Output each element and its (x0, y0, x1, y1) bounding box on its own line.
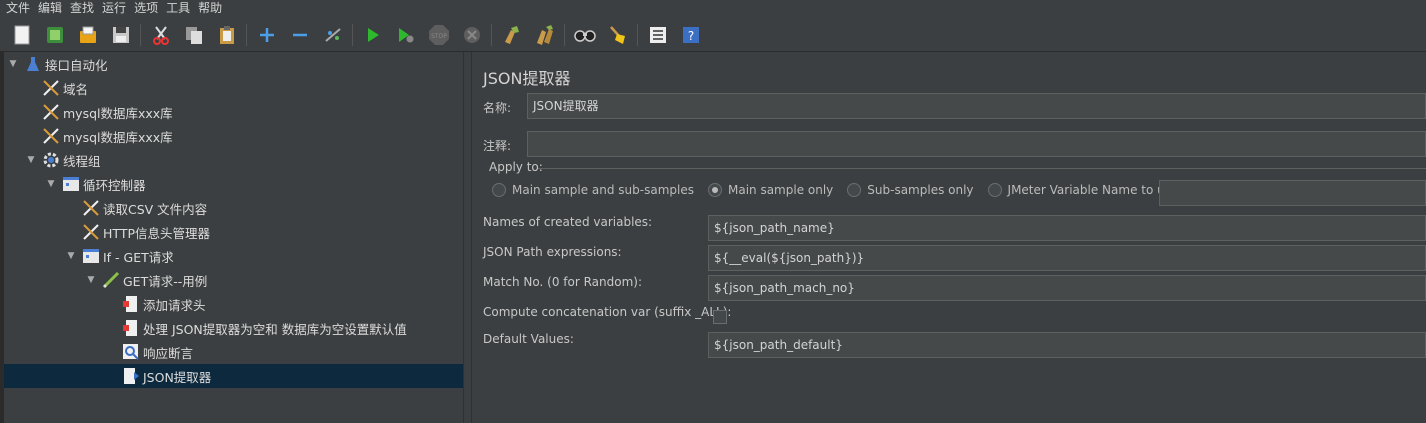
config-tools-icon (82, 223, 100, 241)
tree-node-get-request[interactable]: ▼ GET请求--用例 (84, 268, 207, 292)
sampler-pen-icon (102, 271, 120, 289)
radio-sub-only[interactable]: Sub-samples only (847, 183, 974, 197)
config-tools-icon (42, 103, 60, 121)
expand-icon[interactable] (255, 23, 279, 47)
match-no-field[interactable]: ${json_path_mach_no} (708, 275, 1426, 301)
apply-to-group-border (538, 168, 1426, 169)
chevron-down-icon[interactable]: ▼ (64, 251, 78, 261)
tree-node-assertion[interactable]: 响应断言 (104, 340, 193, 364)
chevron-down-icon[interactable]: ▼ (44, 179, 58, 189)
templates-icon[interactable] (43, 23, 67, 47)
default-values-field[interactable]: ${json_path_default} (708, 332, 1426, 358)
toolbar-separator (637, 23, 638, 46)
config-tools-icon (42, 79, 60, 97)
postprocessor-icon (122, 367, 140, 385)
help-icon[interactable]: ? (679, 23, 703, 47)
tree-node-db1[interactable]: mysql数据库xxx库 (24, 100, 173, 124)
new-icon[interactable] (10, 23, 34, 47)
function-helper-icon[interactable] (646, 23, 670, 47)
page-title: JSON提取器 (483, 69, 571, 88)
reset-search-icon[interactable] (606, 23, 630, 47)
tree-node-domain[interactable]: 域名 (24, 76, 88, 100)
cut-icon[interactable] (149, 23, 173, 47)
toolbar-separator (491, 23, 492, 46)
preprocessor-icon (122, 319, 140, 337)
gear-icon (42, 151, 60, 169)
radio-button[interactable] (847, 183, 862, 197)
svg-text:STOP: STOP (431, 33, 447, 40)
start-icon[interactable] (361, 23, 385, 47)
menu-options[interactable]: 选项 (130, 0, 162, 17)
chevron-down-icon[interactable]: ▼ (84, 275, 98, 285)
controller-icon (82, 247, 100, 265)
default-values-label: Default Values: (483, 332, 574, 346)
json-extractor-panel: JSON提取器 名称: JSON提取器 注释: Apply to: Main s… (472, 52, 1426, 423)
name-label: 名称: (483, 101, 512, 115)
menu-tools[interactable]: 工具 (162, 0, 194, 17)
config-tools-icon (82, 199, 100, 217)
flask-icon (24, 55, 42, 73)
radio-main-and-sub[interactable]: Main sample and sub-samples (492, 183, 694, 197)
stop-icon[interactable]: STOP (427, 23, 451, 47)
svg-text:?: ? (688, 29, 694, 43)
apply-to-label: Apply to: (489, 160, 543, 174)
clear-all-icon[interactable] (533, 23, 557, 47)
magnifier-icon (122, 343, 140, 361)
menu-search[interactable]: 查找 (66, 0, 98, 17)
save-icon[interactable] (109, 23, 133, 47)
concat-label: Compute concatenation var (suffix _ALL): (483, 305, 732, 319)
menu-run[interactable]: 运行 (98, 0, 130, 17)
open-icon[interactable] (76, 23, 100, 47)
tree-node-json-extractor[interactable]: JSON提取器 (4, 364, 463, 388)
tree-node-header-manager[interactable]: HTTP信息头管理器 (64, 220, 210, 244)
search-icon[interactable] (573, 23, 597, 47)
split-pane-divider[interactable] (463, 52, 472, 423)
names-field[interactable]: ${json_path_name} (708, 215, 1426, 241)
tree-node-process[interactable]: 处理 JSON提取器为空和 数据库为空设置默认值 (104, 316, 407, 340)
comment-field[interactable] (527, 131, 1426, 157)
tree-node-if-controller[interactable]: ▼ If - GET请求 (64, 244, 174, 268)
menu-help[interactable]: 帮助 (194, 0, 226, 17)
menu-edit[interactable]: 编辑 (34, 0, 66, 17)
tree-node-add-header[interactable]: 添加请求头 (104, 292, 206, 316)
tree-node-thread-group[interactable]: ▼ 线程组 (24, 148, 101, 172)
concat-checkbox[interactable] (713, 310, 727, 324)
toggle-icon[interactable] (321, 23, 345, 47)
jmeter-variable-field[interactable] (1159, 180, 1426, 206)
paste-icon[interactable] (215, 23, 239, 47)
start-no-pause-icon[interactable] (394, 23, 418, 47)
controller-icon (62, 175, 80, 193)
tree-node-csv[interactable]: 读取CSV 文件内容 (64, 196, 207, 220)
toolbar-separator (246, 23, 247, 46)
tree-node-loop-controller[interactable]: ▼ 循环控制器 (44, 172, 146, 196)
toolbar-separator (352, 23, 353, 46)
toolbar-separator (564, 23, 565, 46)
collapse-icon[interactable] (288, 23, 312, 47)
tree-node-test-plan[interactable]: ▼ 接口自动化 (6, 52, 108, 76)
toolbar-separator (140, 23, 141, 46)
radio-button[interactable] (987, 183, 1002, 197)
json-path-label: JSON Path expressions: (483, 245, 622, 259)
config-tools-icon (42, 127, 60, 145)
names-label: Names of created variables: (483, 215, 653, 229)
clear-icon[interactable] (500, 23, 524, 47)
preprocessor-icon (122, 295, 140, 313)
shutdown-icon[interactable] (460, 23, 484, 47)
menu-bar: 文件 编辑 查找 运行 选项 工具 帮助 (0, 0, 1426, 17)
apply-to-options: Main sample and sub-samples Main sample … (492, 183, 1192, 197)
toolbar: STOP ? (0, 18, 1426, 52)
comment-label: 注释: (483, 139, 512, 153)
match-no-label: Match No. (0 for Random): (483, 275, 643, 289)
radio-jmeter-variable[interactable]: JMeter Variable Name to use (987, 183, 1178, 197)
json-path-field[interactable]: ${__eval(${json_path})} (708, 245, 1426, 271)
tree-node-db2[interactable]: mysql数据库xxx库 (24, 124, 173, 148)
radio-button[interactable] (492, 183, 506, 197)
chevron-down-icon[interactable]: ▼ (6, 59, 20, 69)
radio-button-selected[interactable] (707, 183, 722, 197)
menu-file[interactable]: 文件 (0, 0, 34, 17)
radio-main-only[interactable]: Main sample only (707, 183, 833, 197)
copy-icon[interactable] (182, 23, 206, 47)
name-field[interactable]: JSON提取器 (527, 93, 1426, 119)
chevron-down-icon[interactable]: ▼ (24, 155, 38, 165)
